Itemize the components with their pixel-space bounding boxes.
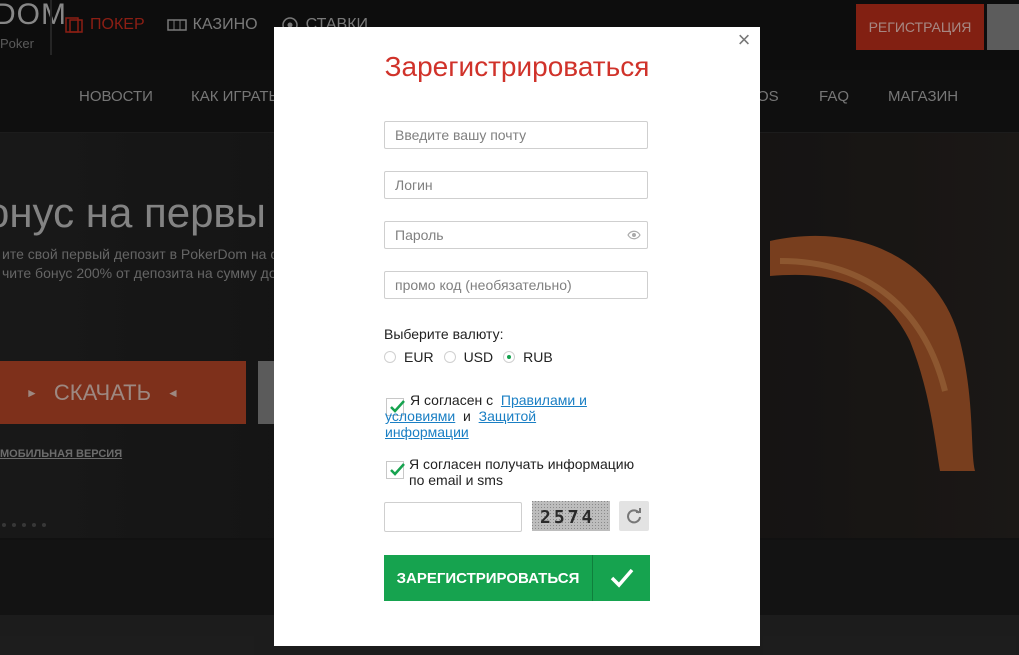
currency-label-usd: USD <box>463 349 494 365</box>
currency-option-usd[interactable]: USD <box>443 349 494 365</box>
newsletter-checkbox[interactable] <box>386 461 405 479</box>
captcha-text: 2574 <box>540 507 595 528</box>
submit-label: ЗАРЕГИСТРИРОВАТЬСЯ <box>384 555 593 601</box>
newsletter-text: Я согласен получать информацию по email … <box>409 456 635 488</box>
captcha-image: 2574 <box>532 501 610 531</box>
password-field[interactable] <box>384 221 648 249</box>
modal-title: Зарегистрироваться <box>384 51 650 82</box>
agree-and: и <box>463 408 471 424</box>
email-field[interactable] <box>384 121 648 149</box>
checkmark-icon <box>593 555 650 601</box>
agree-rules-text: Я согласен с Правилами и условиями и Защ… <box>385 392 615 440</box>
login-field[interactable] <box>384 171 648 199</box>
currency-label: Выберите валюту: <box>384 326 504 342</box>
captcha-refresh-button[interactable] <box>619 501 649 531</box>
eye-icon[interactable] <box>627 229 641 241</box>
radio-icon[interactable] <box>384 351 396 363</box>
registration-modal: × Зарегистрироваться Выберите валюту: EU… <box>274 27 760 646</box>
currency-label-rub: RUB <box>523 349 553 365</box>
password-input[interactable] <box>385 222 635 248</box>
currency-option-rub[interactable]: RUB <box>503 349 553 365</box>
radio-icon[interactable] <box>503 351 516 363</box>
promo-input[interactable] <box>385 272 635 298</box>
currency-label-eur: EUR <box>404 349 434 365</box>
register-submit-button[interactable]: ЗАРЕГИСТРИРОВАТЬСЯ <box>384 555 650 601</box>
captcha-input[interactable] <box>384 502 522 532</box>
refresh-icon <box>627 508 641 524</box>
promo-field[interactable] <box>384 271 648 299</box>
agree-prefix: Я согласен с <box>410 392 494 408</box>
login-input[interactable] <box>385 172 635 198</box>
currency-option-eur[interactable]: EUR <box>384 349 434 365</box>
close-icon[interactable]: × <box>735 29 753 51</box>
email-input[interactable] <box>385 122 635 148</box>
radio-icon[interactable] <box>443 351 456 363</box>
checkmark-icon <box>390 463 405 476</box>
currency-options: EUR USD RUB <box>384 349 553 365</box>
